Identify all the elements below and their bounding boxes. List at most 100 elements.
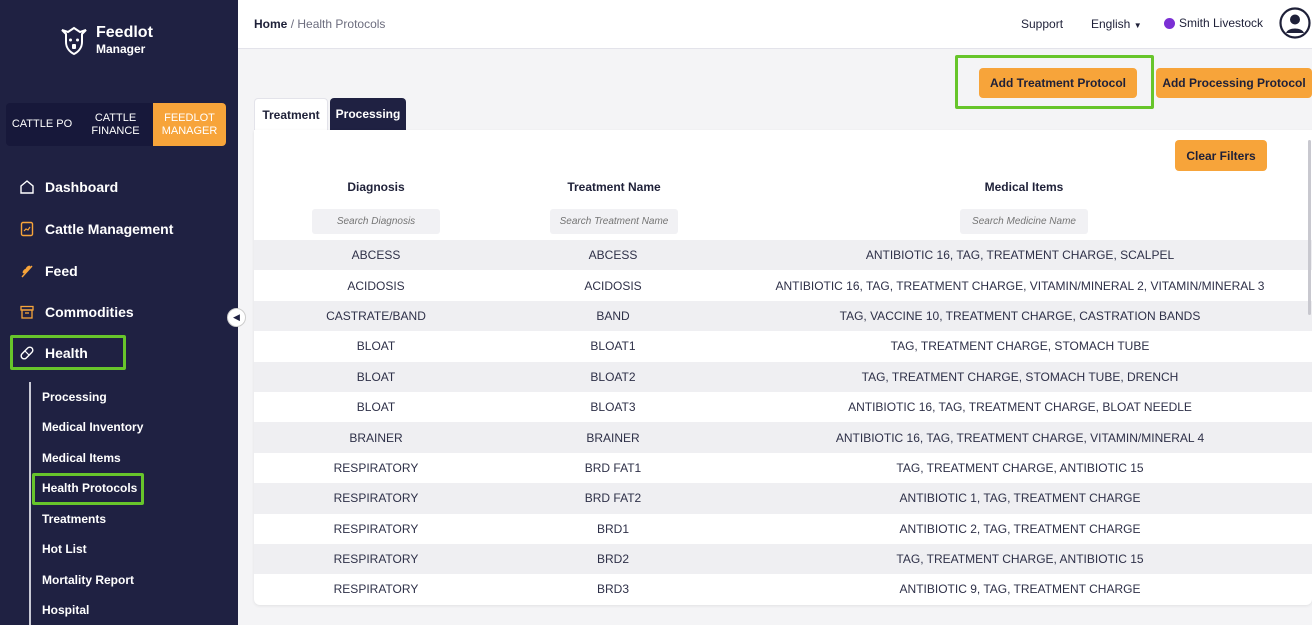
- cell-treatment-name: BLOAT2: [590, 369, 636, 384]
- table-row[interactable]: CASTRATE/BAND BAND TAG, VACCINE 10, TREATM…: [254, 300, 1312, 332]
- cell-diagnosis: BLOAT: [356, 400, 396, 415]
- cell-medical-items: TAG, VACCINE 10, TREATMENT CHARGE, CASTR…: [839, 308, 1201, 323]
- cell-diagnosis: RESPIRATORY: [333, 582, 419, 597]
- cell-medical-items: ANTIBIOTIC 16, TAG, TREATMENT CHARGE, VI…: [835, 430, 1205, 445]
- table-row[interactable]: RESPIRATORY BRD3 ANTIBIOTIC 9, TAG, TREATM…: [254, 574, 1312, 604]
- sidebar-item-commodities[interactable]: Commodities: [18, 303, 134, 321]
- chevron-left-icon: ◀: [233, 312, 240, 322]
- home-icon: [18, 178, 36, 196]
- subnav-divider: [29, 382, 31, 625]
- cell-medical-items: ANTIBIOTIC 2, TAG, TREATMENT CHARGE: [899, 521, 1141, 536]
- breadcrumb: Home / Health Protocols: [254, 17, 385, 31]
- breadcrumb-separator: /: [290, 17, 295, 31]
- wheat-icon: [18, 262, 36, 280]
- cell-treatment-name: ACIDOSIS: [584, 278, 642, 293]
- table-row[interactable]: BLOAT BLOAT1 TAG, TREATMENT CHARGE, STOMAC…: [254, 331, 1312, 361]
- feedlot-logo-icon: [61, 26, 87, 56]
- sidebar-item-feed[interactable]: Feed: [18, 262, 78, 280]
- cell-diagnosis: CASTRATE/BAND: [326, 308, 426, 323]
- tab-processing[interactable]: Processing: [330, 98, 406, 130]
- cell-treatment-name: BRD2: [596, 552, 629, 567]
- table-row[interactable]: BLOAT BLOAT3 ANTIBIOTIC 16, TAG, TREATMENT…: [254, 392, 1312, 422]
- cell-diagnosis: RESPIRATORY: [333, 521, 419, 536]
- account-name: Smith Livestock: [1179, 16, 1264, 30]
- cell-treatment-name: BRAINER: [586, 430, 640, 445]
- table-row[interactable]: ACIDOSIS ACIDOSIS ANTIBIOTIC 16, TAG, TREA…: [254, 270, 1312, 300]
- add-treatment-highlight-box: [955, 55, 1154, 109]
- subnav-item-mortality-report[interactable]: Mortality Report: [42, 573, 134, 587]
- cell-treatment-name: BLOAT1: [590, 339, 636, 354]
- cell-treatment-name: BRD FAT2: [584, 491, 642, 506]
- subnav-item-hot-list[interactable]: Hot List: [42, 542, 87, 556]
- subnav-item-medical-inventory[interactable]: Medical Inventory: [42, 420, 143, 434]
- health-highlight-box: [10, 335, 126, 370]
- sidebar-item-dashboard[interactable]: Dashboard: [18, 178, 118, 196]
- cell-medical-items: TAG, TREATMENT CHARGE, STOMACH TUBE: [890, 339, 1150, 354]
- table-row[interactable]: RESPIRATORY BRD FAT1 TAG, TREATMENT CHARGE…: [254, 453, 1312, 483]
- breadcrumb-current: Health Protocols: [297, 17, 386, 31]
- app-logo[interactable]: Feedlot Manager: [58, 24, 153, 56]
- table-row[interactable]: BLOAT BLOAT2 TAG, TREATMENT CHARGE, STOMAC…: [254, 361, 1312, 392]
- column-header-medical-items[interactable]: Medical Items: [954, 180, 1094, 194]
- cell-medical-items: ANTIBIOTIC 9, TAG, TREATMENT CHARGE: [899, 582, 1141, 597]
- cell-medical-items: TAG, TREATMENT CHARGE, ANTIBIOTIC 15: [896, 460, 1144, 475]
- subnav-item-medical-items[interactable]: Medical Items: [42, 451, 121, 465]
- cell-treatment-name: BRD FAT1: [584, 460, 642, 475]
- cell-diagnosis: ABCESS: [351, 248, 401, 263]
- switch-cattle-finance[interactable]: CATTLE FINANCE: [78, 103, 153, 146]
- cell-diagnosis: RESPIRATORY: [333, 491, 419, 506]
- table-row[interactable]: RESPIRATORY BRD2 TAG, TREATMENT CHARGE, AN…: [254, 543, 1312, 575]
- archive-icon: [18, 303, 36, 321]
- sidebar-item-label: Commodities: [45, 304, 134, 320]
- language-dropdown[interactable]: English ▼: [1091, 17, 1142, 31]
- cell-treatment-name: BAND: [596, 308, 630, 323]
- clear-filters-button[interactable]: Clear Filters: [1175, 140, 1267, 171]
- brand-subtitle: Manager: [96, 42, 146, 56]
- cell-medical-items: TAG, TREATMENT CHARGE, STOMACH TUBE, DRE…: [861, 369, 1179, 384]
- user-avatar-icon[interactable]: [1279, 7, 1311, 39]
- breadcrumb-home[interactable]: Home: [254, 17, 287, 31]
- cell-diagnosis: ACIDOSIS: [347, 278, 405, 293]
- sidebar-item-cattle-management[interactable]: Cattle Management: [18, 220, 173, 238]
- cell-treatment-name: BRD3: [596, 582, 629, 597]
- switch-feedlot-manager[interactable]: FEEDLOT MANAGER: [153, 103, 226, 146]
- product-switcher: CATTLE PO CATTLE FINANCE FEEDLOT MANAGER: [6, 103, 226, 146]
- caret-down-icon: ▼: [1133, 21, 1142, 30]
- switch-cattle-po[interactable]: CATTLE PO: [6, 103, 78, 146]
- cell-treatment-name: BLOAT3: [590, 400, 636, 415]
- table-scrollbar[interactable]: [1308, 140, 1311, 315]
- cell-medical-items: ANTIBIOTIC 16, TAG, TREATMENT CHARGE, VI…: [775, 278, 1265, 293]
- tab-treatment[interactable]: Treatment: [254, 98, 328, 130]
- protocols-table-body: ABCESS ABCESS ANTIBIOTIC 16, TAG, TREATMEN…: [254, 240, 1312, 605]
- cell-medical-items: ANTIBIOTIC 16, TAG, TREATMENT CHARGE, SC…: [865, 248, 1175, 263]
- sidebar-collapse-button[interactable]: ◀: [227, 308, 246, 327]
- subnav-item-treatments[interactable]: Treatments: [42, 512, 106, 526]
- sidebar: Feedlot Manager CATTLE PO CATTLE FINANCE…: [0, 0, 238, 625]
- subnav-item-hospital[interactable]: Hospital: [42, 603, 89, 617]
- search-treatment-name-input[interactable]: [550, 209, 678, 234]
- account-status-dot: [1164, 17, 1175, 29]
- brand-name: Feedlot: [96, 24, 153, 41]
- sidebar-item-label: Feed: [45, 263, 78, 279]
- table-row[interactable]: RESPIRATORY BRD1 ANTIBIOTIC 2, TAG, TREATM…: [254, 514, 1312, 544]
- table-row[interactable]: ABCESS ABCESS ANTIBIOTIC 16, TAG, TREATMEN…: [254, 240, 1312, 271]
- clipboard-icon: [18, 220, 36, 238]
- subnav-item-processing[interactable]: Processing: [42, 390, 107, 404]
- cell-treatment-name: ABCESS: [588, 248, 638, 263]
- top-bar: Home / Health Protocols Support English …: [238, 0, 1312, 49]
- cell-treatment-name: BRD1: [596, 521, 629, 536]
- language-label: English: [1091, 17, 1131, 31]
- table-row[interactable]: BRAINER BRAINER ANTIBIOTIC 16, TAG, TREATM…: [254, 422, 1312, 453]
- search-medicine-name-input[interactable]: [960, 209, 1088, 234]
- column-header-diagnosis[interactable]: Diagnosis: [316, 180, 436, 194]
- protocols-panel: Clear Filters Diagnosis Treatment Name M…: [254, 130, 1312, 605]
- cell-diagnosis: BRAINER: [349, 430, 403, 445]
- support-link[interactable]: Support: [1021, 17, 1063, 31]
- cell-diagnosis: BLOAT: [356, 339, 396, 354]
- table-row[interactable]: RESPIRATORY BRD FAT2 ANTIBIOTIC 1, TAG, TR…: [254, 483, 1312, 514]
- search-diagnosis-input[interactable]: [312, 209, 440, 234]
- sidebar-item-label: Dashboard: [45, 179, 119, 195]
- add-processing-protocol-button[interactable]: Add Processing Protocol: [1156, 68, 1312, 98]
- account-selector[interactable]: Smith Livestock: [1164, 16, 1263, 30]
- column-header-treatment-name[interactable]: Treatment Name: [544, 180, 684, 194]
